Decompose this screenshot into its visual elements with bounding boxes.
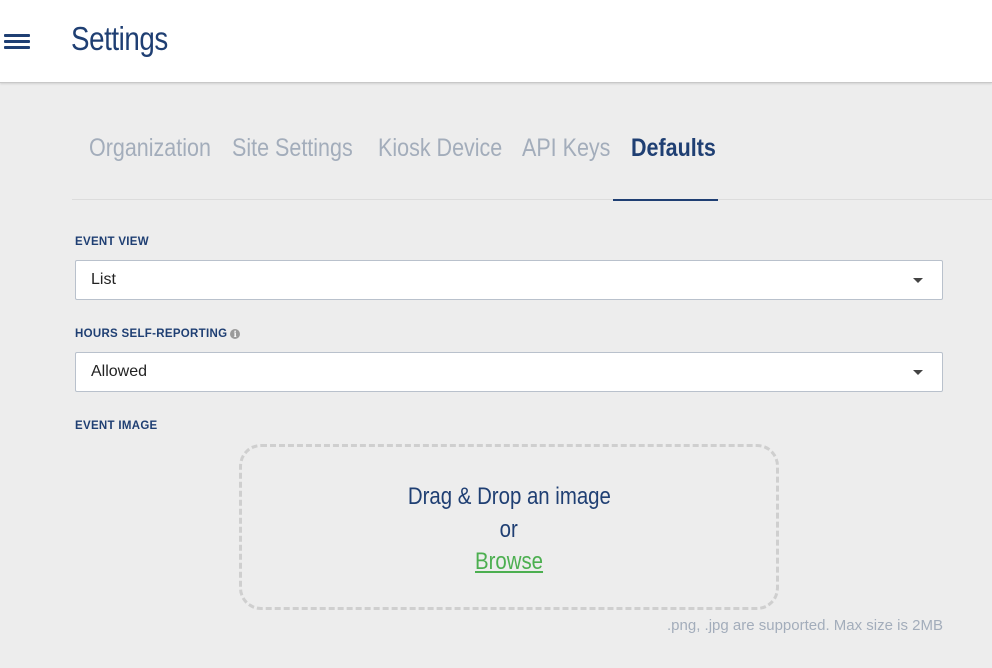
event-view-value: List: [91, 271, 116, 288]
hours-self-reporting-label: HOURS SELF-REPORTING i: [75, 328, 241, 340]
hours-self-reporting-select[interactable]: Allowed: [75, 352, 943, 392]
image-dropzone[interactable]: Drag & Drop an image or Browse: [239, 444, 779, 610]
drop-text-label: Drag & Drop an image: [407, 483, 611, 510]
hamburger-menu-icon[interactable]: [4, 31, 30, 51]
event-view-label: EVENT VIEW: [75, 236, 149, 248]
hours-self-reporting-value: Allowed: [91, 363, 148, 380]
tab-label: Site Settings: [232, 134, 353, 162]
tab-kiosk-device[interactable]: Kiosk Device: [378, 125, 523, 200]
file-type-hint: .png, .jpg are supported. Max size is 2M…: [667, 617, 943, 634]
settings-tabs: Organization Site Settings Kiosk Device …: [72, 125, 992, 201]
tab-label: Kiosk Device: [378, 134, 503, 162]
tab-label: Organization: [89, 134, 211, 162]
tab-label: Defaults: [631, 134, 716, 162]
page-title: Settings: [71, 20, 168, 57]
top-bar: Settings: [0, 0, 992, 83]
event-view-select[interactable]: List: [75, 260, 943, 300]
tab-defaults[interactable]: Defaults: [613, 125, 718, 201]
tab-organization[interactable]: Organization: [89, 125, 231, 200]
tab-label: API Keys: [522, 134, 611, 162]
or-text: or: [242, 516, 776, 544]
or-text-label: or: [499, 516, 519, 543]
event-image-label: EVENT IMAGE: [75, 420, 158, 432]
info-icon[interactable]: i: [230, 328, 241, 339]
tab-api-keys[interactable]: API Keys: [522, 125, 625, 200]
browse-link-label[interactable]: Browse: [475, 548, 543, 576]
drop-text: Drag & Drop an image: [242, 483, 776, 511]
caret-down-icon: [913, 278, 923, 283]
tab-site-settings[interactable]: Site Settings: [232, 125, 372, 200]
caret-down-icon: [913, 370, 923, 375]
hours-self-reporting-label-text: HOURS SELF-REPORTING: [75, 328, 228, 340]
browse-link[interactable]: Browse: [242, 548, 776, 576]
